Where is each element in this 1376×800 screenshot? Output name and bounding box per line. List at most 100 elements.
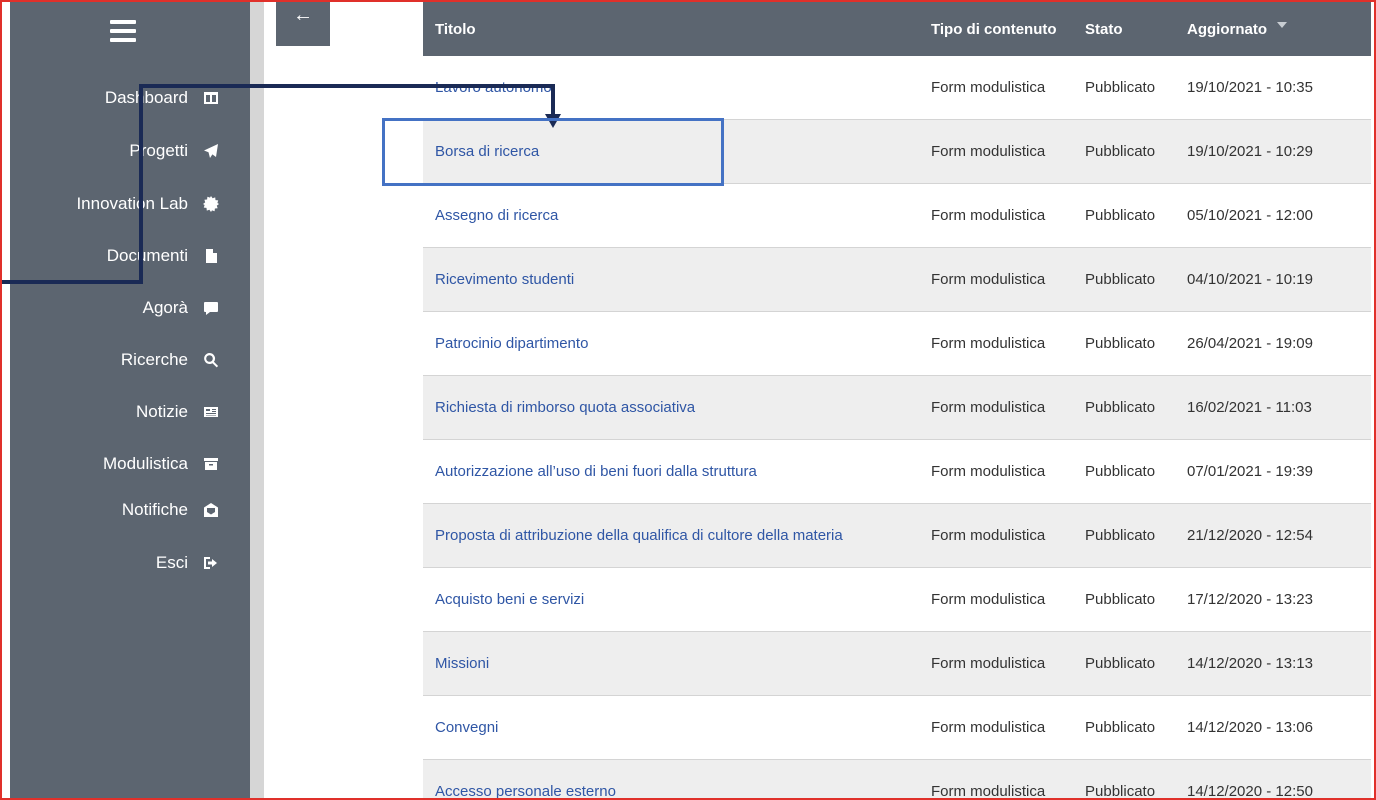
row-status: Pubblicato	[1085, 399, 1156, 416]
row-updated: 16/02/2021 - 11:03	[1187, 399, 1312, 416]
sidebar-item-progetti[interactable]: Progetti	[10, 135, 250, 167]
row-type: Form modulistica	[931, 79, 1046, 96]
row-status: Pubblicato	[1085, 271, 1156, 288]
sidebar-item-label: Esci	[155, 553, 188, 572]
sidebar-item-label: Innovation Lab	[76, 194, 188, 213]
row-type: Form modulistica	[931, 591, 1046, 608]
row-status: Pubblicato	[1085, 207, 1156, 224]
sidebar-item-label: Documenti	[106, 246, 188, 265]
hamburger-menu-icon[interactable]	[110, 20, 136, 42]
sidebar-item-label: Notifiche	[121, 500, 188, 519]
sidebar-item-documenti[interactable]: Documenti	[10, 240, 250, 272]
row-type: Form modulistica	[931, 783, 1046, 800]
row-updated: 21/12/2020 - 12:54	[1187, 527, 1313, 544]
row-status: Pubblicato	[1085, 335, 1156, 352]
column-header-stato[interactable]: Stato	[1073, 21, 1173, 38]
row-type: Form modulistica	[931, 143, 1046, 160]
column-header-aggiornato[interactable]: Aggiornato	[1173, 21, 1371, 38]
sidebar-item-agora[interactable]: Agorà	[10, 292, 250, 324]
row-title-link[interactable]: Patrocinio dipartimento	[423, 335, 921, 352]
sidebar-item-label: Modulistica	[102, 454, 188, 473]
table-row: Acquisto beni e servizi Form modulistica…	[423, 568, 1371, 632]
archive-icon	[202, 455, 220, 473]
row-type: Form modulistica	[931, 207, 1046, 224]
column-header-titolo[interactable]: Titolo	[423, 21, 921, 38]
row-type: Form modulistica	[931, 655, 1046, 672]
row-status: Pubblicato	[1085, 591, 1156, 608]
arrow-left-icon: ←	[293, 4, 313, 26]
row-title-link[interactable]: Proposta di attribuzione della qualifica…	[423, 527, 921, 544]
annotation-connector-line	[139, 84, 143, 284]
sort-desc-icon	[1277, 21, 1287, 28]
row-status: Pubblicato	[1085, 527, 1156, 544]
sidebar-item-notizie[interactable]: Notizie	[10, 396, 250, 428]
row-updated: 14/12/2020 - 12:50	[1187, 783, 1313, 800]
table-row: Patrocinio dipartimento Form modulistica…	[423, 312, 1371, 376]
table-row: Assegno di ricerca Form modulistica Pubb…	[423, 184, 1371, 248]
row-title-link[interactable]: Autorizzazione all’uso di beni fuori dal…	[423, 463, 921, 480]
table-header: Titolo Tipo di contenuto Stato Aggiornat…	[423, 2, 1371, 56]
row-type: Form modulistica	[931, 527, 1046, 544]
row-type: Form modulistica	[931, 399, 1046, 416]
row-status: Pubblicato	[1085, 655, 1156, 672]
paper-plane-icon	[202, 142, 220, 160]
row-updated: 14/12/2020 - 13:13	[1187, 655, 1313, 672]
newspaper-icon	[202, 403, 220, 421]
table-row: Convegni Form modulistica Pubblicato 14/…	[423, 696, 1371, 760]
annotation-connector-line	[551, 84, 555, 118]
row-title-link[interactable]: Richiesta di rimborso quota associativa	[423, 399, 921, 416]
columns-icon	[202, 89, 220, 107]
row-type: Form modulistica	[931, 463, 1046, 480]
back-button[interactable]: ←	[276, 2, 330, 46]
table-row: Proposta di attribuzione della qualifica…	[423, 504, 1371, 568]
sidebar-item-label: Ricerche	[120, 350, 188, 369]
table-row: Ricevimento studenti Form modulistica Pu…	[423, 248, 1371, 312]
sidebar-item-ricerche[interactable]: Ricerche	[10, 344, 250, 376]
row-title-link[interactable]: Convegni	[423, 719, 921, 736]
envelope-open-icon	[202, 501, 220, 519]
row-type: Form modulistica	[931, 335, 1046, 352]
row-title-link[interactable]: Assegno di ricerca	[423, 207, 921, 224]
annotation-connector-line	[139, 84, 555, 88]
app-frame: Dashboard Progetti Innovation Lab Docume…	[0, 0, 1376, 800]
row-updated: 26/04/2021 - 19:09	[1187, 335, 1313, 352]
sign-out-icon	[202, 554, 220, 572]
table-row: Richiesta di rimborso quota associativa …	[423, 376, 1371, 440]
sidebar-gutter	[250, 2, 264, 798]
table-row: Lavoro autonomo Form modulistica Pubblic…	[423, 56, 1371, 120]
table-row: Accesso personale esterno Form modulisti…	[423, 760, 1371, 800]
sidebar-item-esci[interactable]: Esci	[10, 547, 250, 579]
column-header-tipo[interactable]: Tipo di contenuto	[921, 21, 1073, 38]
row-type: Form modulistica	[931, 271, 1046, 288]
row-type: Form modulistica	[931, 719, 1046, 736]
row-updated: 17/12/2020 - 13:23	[1187, 591, 1313, 608]
sidebar-item-notifiche[interactable]: Notifiche	[10, 494, 250, 526]
sidebar-item-label: Notizie	[136, 402, 188, 421]
file-icon	[202, 247, 220, 265]
row-updated: 07/01/2021 - 19:39	[1187, 463, 1313, 480]
search-icon	[202, 351, 220, 369]
comment-icon	[202, 299, 220, 317]
table-row: Autorizzazione all’uso di beni fuori dal…	[423, 440, 1371, 504]
annotation-connector-line	[2, 280, 142, 284]
row-updated: 19/10/2021 - 10:29	[1187, 143, 1313, 160]
row-updated: 14/12/2020 - 13:06	[1187, 719, 1313, 736]
sidebar-item-label: Agorà	[142, 298, 188, 317]
sidebar-item-modulistica[interactable]: Modulistica	[10, 448, 250, 480]
row-title-link[interactable]: Accesso personale esterno	[423, 783, 921, 798]
certificate-icon	[202, 195, 220, 213]
row-updated: 04/10/2021 - 10:19	[1187, 271, 1313, 288]
row-updated: 05/10/2021 - 12:00	[1187, 207, 1313, 224]
row-status: Pubblicato	[1085, 463, 1156, 480]
table-row: Missioni Form modulistica Pubblicato 14/…	[423, 632, 1371, 696]
row-title-link[interactable]: Ricevimento studenti	[423, 271, 921, 288]
row-title-link[interactable]: Missioni	[423, 655, 921, 672]
row-updated: 19/10/2021 - 10:35	[1187, 79, 1313, 96]
row-status: Pubblicato	[1085, 79, 1156, 96]
row-title-link[interactable]: Acquisto beni e servizi	[423, 591, 921, 608]
sidebar: Dashboard Progetti Innovation Lab Docume…	[10, 2, 250, 798]
sidebar-item-label: Dashboard	[104, 88, 188, 107]
sidebar-item-innovation-lab[interactable]: Innovation Lab	[10, 188, 250, 220]
annotation-highlight-box	[382, 118, 724, 186]
row-status: Pubblicato	[1085, 143, 1156, 160]
